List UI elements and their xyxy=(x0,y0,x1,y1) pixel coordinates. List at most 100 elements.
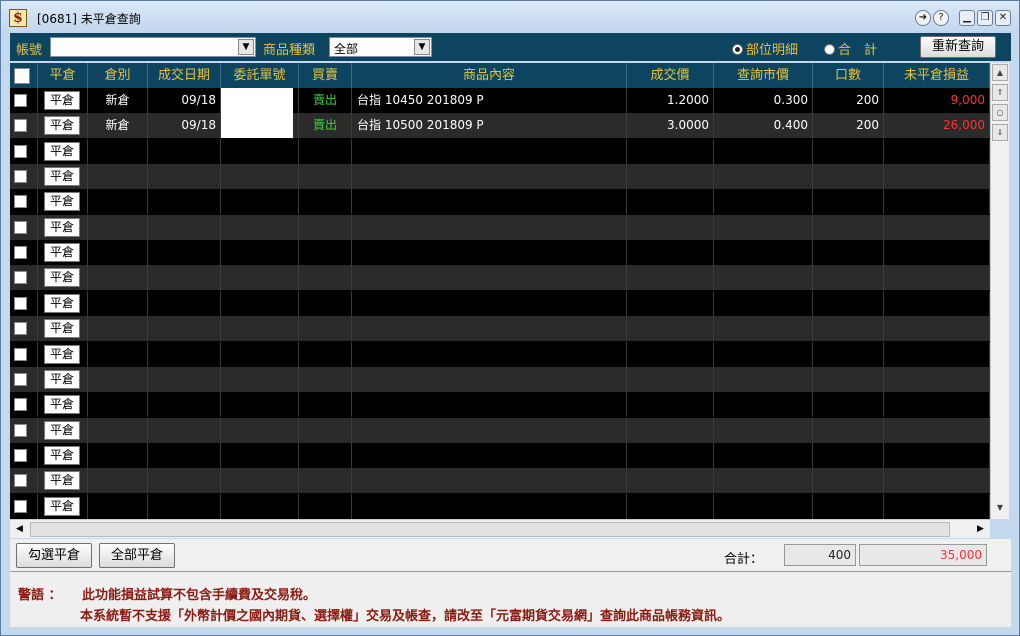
table-row[interactable]: 平倉 xyxy=(10,164,990,190)
table-row[interactable]: 平倉 新倉 09/18 賣出 台指 10500 201809 P 3.0000 0.400 2… xyxy=(10,113,990,139)
table-row[interactable]: 平倉 xyxy=(10,417,990,443)
table-row[interactable]: 平倉 xyxy=(10,366,990,392)
row-close-button[interactable]: 平倉 xyxy=(44,91,80,110)
account-select[interactable]: ▼ xyxy=(50,37,256,57)
help-icon[interactable]: ? xyxy=(933,10,949,26)
col-close[interactable]: 平倉 xyxy=(38,63,88,88)
row-checkbox[interactable] xyxy=(14,398,27,412)
col-side[interactable]: 買賣 xyxy=(299,63,352,88)
cell-qty: 200 xyxy=(813,88,884,113)
scroll-right-icon[interactable]: ▶ xyxy=(972,521,989,537)
cell-side: 賣出 xyxy=(299,113,352,139)
radio-unselected-icon[interactable] xyxy=(824,44,835,55)
table-row[interactable]: 平倉 xyxy=(10,240,990,266)
window-title: [0681] 未平倉查詢 xyxy=(37,12,141,26)
page-up-icon[interactable]: ⇑ xyxy=(992,84,1008,101)
exit-icon[interactable]: ➜ xyxy=(915,10,931,26)
row-checkbox[interactable] xyxy=(14,499,27,513)
row-close-button[interactable]: 平倉 xyxy=(44,217,80,237)
scroll-left-icon[interactable]: ◀ xyxy=(11,521,28,537)
restore-icon[interactable]: ❐ xyxy=(977,10,993,26)
scroll-up-icon[interactable]: ▲ xyxy=(992,64,1008,81)
vertical-scrollbar[interactable]: ▲ ⇑ ○ ⇓ ▼ xyxy=(990,63,1009,519)
row-checkbox[interactable] xyxy=(14,94,27,107)
row-close-button[interactable]: 平倉 xyxy=(44,141,80,161)
chevron-down-icon[interactable]: ▼ xyxy=(414,39,430,55)
row-checkbox[interactable] xyxy=(14,119,27,133)
row-close-button[interactable]: 平倉 xyxy=(44,116,80,136)
row-checkbox[interactable] xyxy=(14,474,27,488)
row-checkbox[interactable] xyxy=(14,271,27,285)
row-close-button[interactable]: 平倉 xyxy=(44,471,80,491)
row-close-button[interactable]: 平倉 xyxy=(44,243,80,263)
row-checkbox[interactable] xyxy=(14,170,27,184)
table-row[interactable]: 平倉 xyxy=(10,138,990,164)
table-row[interactable]: 平倉 xyxy=(10,468,990,494)
row-checkbox[interactable] xyxy=(14,322,27,336)
row-checkbox[interactable] xyxy=(14,448,27,462)
main-window: $ [0681] 未平倉查詢 ➜ ? ▁ ❐ ✕ 帳號 ▼ 商品種類 全部 ▼ … xyxy=(0,0,1020,636)
requery-button[interactable]: 重新查詢 xyxy=(920,36,996,58)
row-checkbox[interactable] xyxy=(14,144,27,158)
col-product[interactable]: 商品內容 xyxy=(352,63,627,88)
row-close-button[interactable]: 平倉 xyxy=(44,192,80,212)
table-row[interactable]: 平倉 xyxy=(10,493,990,519)
positions-grid: 平倉 倉別 成交日期 委託單號 買賣 商品內容 成交價 查詢市價 口數 未平倉損… xyxy=(10,63,990,519)
select-all-checkbox[interactable] xyxy=(14,68,30,84)
radio-selected-icon[interactable] xyxy=(732,44,743,55)
row-checkbox[interactable] xyxy=(14,246,27,260)
scroll-thumb[interactable] xyxy=(30,522,950,537)
close-selected-button[interactable]: 勾選平倉 xyxy=(16,543,92,568)
col-qty[interactable]: 口數 xyxy=(813,63,884,88)
table-row[interactable]: 平倉 xyxy=(10,189,990,215)
row-close-button[interactable]: 平倉 xyxy=(44,344,80,364)
grid-header: 平倉 倉別 成交日期 委託單號 買賣 商品內容 成交價 查詢市價 口數 未平倉損… xyxy=(10,63,990,88)
cell-market: 0.400 xyxy=(714,113,813,139)
col-order[interactable]: 委託單號 xyxy=(221,63,299,88)
scroll-down-icon[interactable]: ▼ xyxy=(992,500,1008,517)
table-row[interactable]: 平倉 xyxy=(10,316,990,342)
row-checkbox[interactable] xyxy=(14,347,27,361)
cell-product: 台指 10500 201809 P xyxy=(352,113,627,139)
category-select[interactable]: 全部 ▼ xyxy=(329,37,432,57)
category-label: 商品種類 xyxy=(263,43,316,58)
warning-line-1: 此功能損益試算不包含手續費及交易稅。 xyxy=(82,588,317,603)
cell-pnl: 9,000 xyxy=(884,88,990,113)
row-checkbox[interactable] xyxy=(14,423,27,437)
cell-pnl: 26,000 xyxy=(884,113,990,139)
row-checkbox[interactable] xyxy=(14,195,27,209)
col-market[interactable]: 查詢市價 xyxy=(714,63,813,88)
row-close-button[interactable]: 平倉 xyxy=(44,496,80,516)
radio-position-detail[interactable]: 部位明細 xyxy=(732,39,798,58)
table-row[interactable]: 平倉 新倉 09/18 賣出 台指 10450 201809 P 1.2000 0.300 2… xyxy=(10,88,990,113)
table-row[interactable]: 平倉 xyxy=(10,265,990,291)
row-close-button[interactable]: 平倉 xyxy=(44,268,80,288)
row-checkbox[interactable] xyxy=(14,372,27,386)
row-close-button[interactable]: 平倉 xyxy=(44,293,80,313)
close-all-button[interactable]: 全部平倉 xyxy=(99,543,175,568)
radio-total[interactable]: 合 計 xyxy=(824,39,877,58)
row-close-button[interactable]: 平倉 xyxy=(44,420,80,440)
col-price[interactable]: 成交價 xyxy=(627,63,714,88)
table-row[interactable]: 平倉 xyxy=(10,442,990,468)
page-down-icon[interactable]: ⇓ xyxy=(992,124,1008,141)
col-date[interactable]: 成交日期 xyxy=(148,63,221,88)
row-close-button[interactable]: 平倉 xyxy=(44,445,80,465)
horizontal-scrollbar[interactable]: ◀ ▶ xyxy=(10,519,990,538)
row-close-button[interactable]: 平倉 xyxy=(44,395,80,415)
row-close-button[interactable]: 平倉 xyxy=(44,167,80,187)
minimize-icon[interactable]: ▁ xyxy=(959,10,975,26)
table-row[interactable]: 平倉 xyxy=(10,341,990,367)
col-kind[interactable]: 倉別 xyxy=(88,63,148,88)
scroll-home-icon[interactable]: ○ xyxy=(992,104,1008,121)
table-row[interactable]: 平倉 xyxy=(10,290,990,316)
row-checkbox[interactable] xyxy=(14,220,27,234)
chevron-down-icon[interactable]: ▼ xyxy=(238,39,254,55)
row-close-button[interactable]: 平倉 xyxy=(44,319,80,339)
row-checkbox[interactable] xyxy=(14,296,27,310)
row-close-button[interactable]: 平倉 xyxy=(44,369,80,389)
col-pnl[interactable]: 未平倉損益 xyxy=(884,63,990,88)
table-row[interactable]: 平倉 xyxy=(10,392,990,418)
close-icon[interactable]: ✕ xyxy=(995,10,1011,26)
table-row[interactable]: 平倉 xyxy=(10,214,990,240)
